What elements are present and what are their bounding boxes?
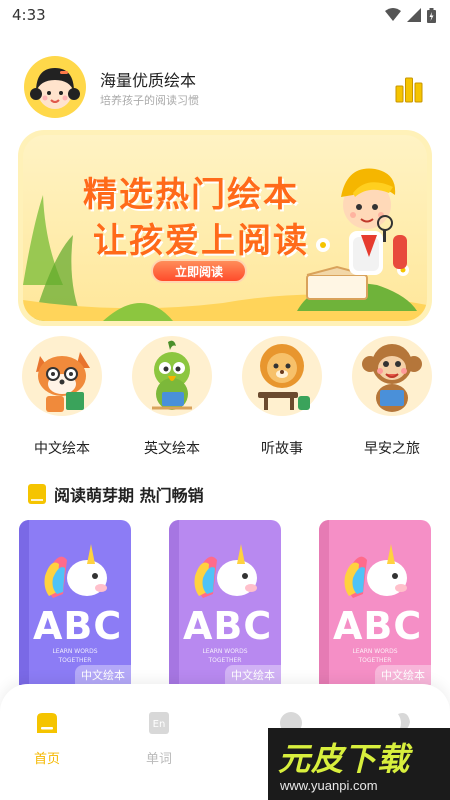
read-now-button[interactable]: 立即阅读 (151, 259, 247, 283)
boy-reading-illustration (297, 168, 417, 311)
status-icons (385, 7, 436, 23)
section-title: 阅读萌芽期 热门畅销 (54, 486, 204, 505)
watermark-url: www.yuanpi.com (280, 778, 378, 793)
nav-home[interactable]: 首页 (2, 710, 92, 770)
lion-icon (242, 336, 322, 416)
header-title: 海量优质绘本 (100, 71, 197, 90)
book-cover-title: ABC (333, 604, 423, 648)
battery-icon (427, 7, 436, 23)
book-cover-title: ABC (183, 604, 273, 648)
book-icon (28, 484, 46, 504)
header-subtitle: 培养孩子的阅读习惯 (100, 94, 199, 107)
category-label: 中文绘本 (34, 441, 90, 457)
parrot-icon (132, 336, 212, 416)
nav-label: 首页 (33, 752, 60, 767)
book-cover-subtitle: LEARN WORDS (202, 648, 248, 655)
signal-icon (407, 8, 421, 22)
book-card[interactable]: ABC LEARN WORDS TOGETHER 中文绘本 (19, 520, 131, 685)
book-cover-title: ABC (33, 604, 123, 648)
book-cover-subtitle: TOGETHER (208, 657, 242, 664)
nav-label: 单词 (145, 752, 172, 767)
category-label: 早安之旅 (364, 441, 420, 457)
watermark-title: 元皮下载 (278, 740, 411, 778)
promo-banner[interactable]: 精选热门绘本 让孩爱上阅读 立即阅读 (18, 130, 432, 326)
watermark: 元皮下载 www.yuanpi.com (268, 728, 450, 800)
dictionary-icon: En (149, 712, 169, 734)
avatar[interactable] (24, 56, 86, 118)
book-cover-subtitle: LEARN WORDS (352, 648, 398, 655)
book-tag: 中文绘本 (225, 665, 281, 685)
book-card[interactable]: ABC LEARN WORDS TOGETHER 中文绘本 (169, 520, 281, 685)
category-english-picture-book[interactable]: 英文绘本 (122, 336, 222, 460)
monkey-icon (352, 336, 432, 416)
home-icon (37, 713, 57, 733)
book-tag: 中文绘本 (75, 665, 131, 685)
nav-words[interactable]: En 单词 (114, 710, 204, 770)
book-tag: 中文绘本 (375, 665, 431, 685)
category-morning-journey[interactable]: 早安之旅 (342, 336, 442, 460)
book-list: ABC LEARN WORDS TOGETHER 中文绘本 ABC LEARN … (0, 520, 450, 685)
book-cover-subtitle: LEARN WORDS (52, 648, 98, 655)
status-time: 4:33 (12, 6, 46, 24)
category-label: 听故事 (261, 441, 303, 457)
book-cover-subtitle: TOGETHER (358, 657, 392, 664)
status-bar: 4:33 (0, 0, 450, 30)
stats-icon[interactable] (394, 74, 424, 104)
book-cover-subtitle: TOGETHER (58, 657, 92, 664)
category-label: 英文绘本 (144, 441, 200, 457)
category-chinese-picture-book[interactable]: 中文绘本 (12, 336, 112, 460)
book-card[interactable]: ABC LEARN WORDS TOGETHER 中文绘本 (319, 520, 431, 685)
category-grid: 中文绘本 英文绘本 听故事 早安之旅 (0, 336, 450, 466)
svg-text:En: En (153, 719, 166, 730)
fox-icon (22, 336, 102, 416)
category-listen-story[interactable]: 听故事 (232, 336, 332, 460)
wifi-icon (385, 8, 401, 21)
section-header: 阅读萌芽期 热门畅销 (28, 482, 204, 506)
header: 海量优质绘本 培养孩子的阅读习惯 (0, 50, 450, 120)
